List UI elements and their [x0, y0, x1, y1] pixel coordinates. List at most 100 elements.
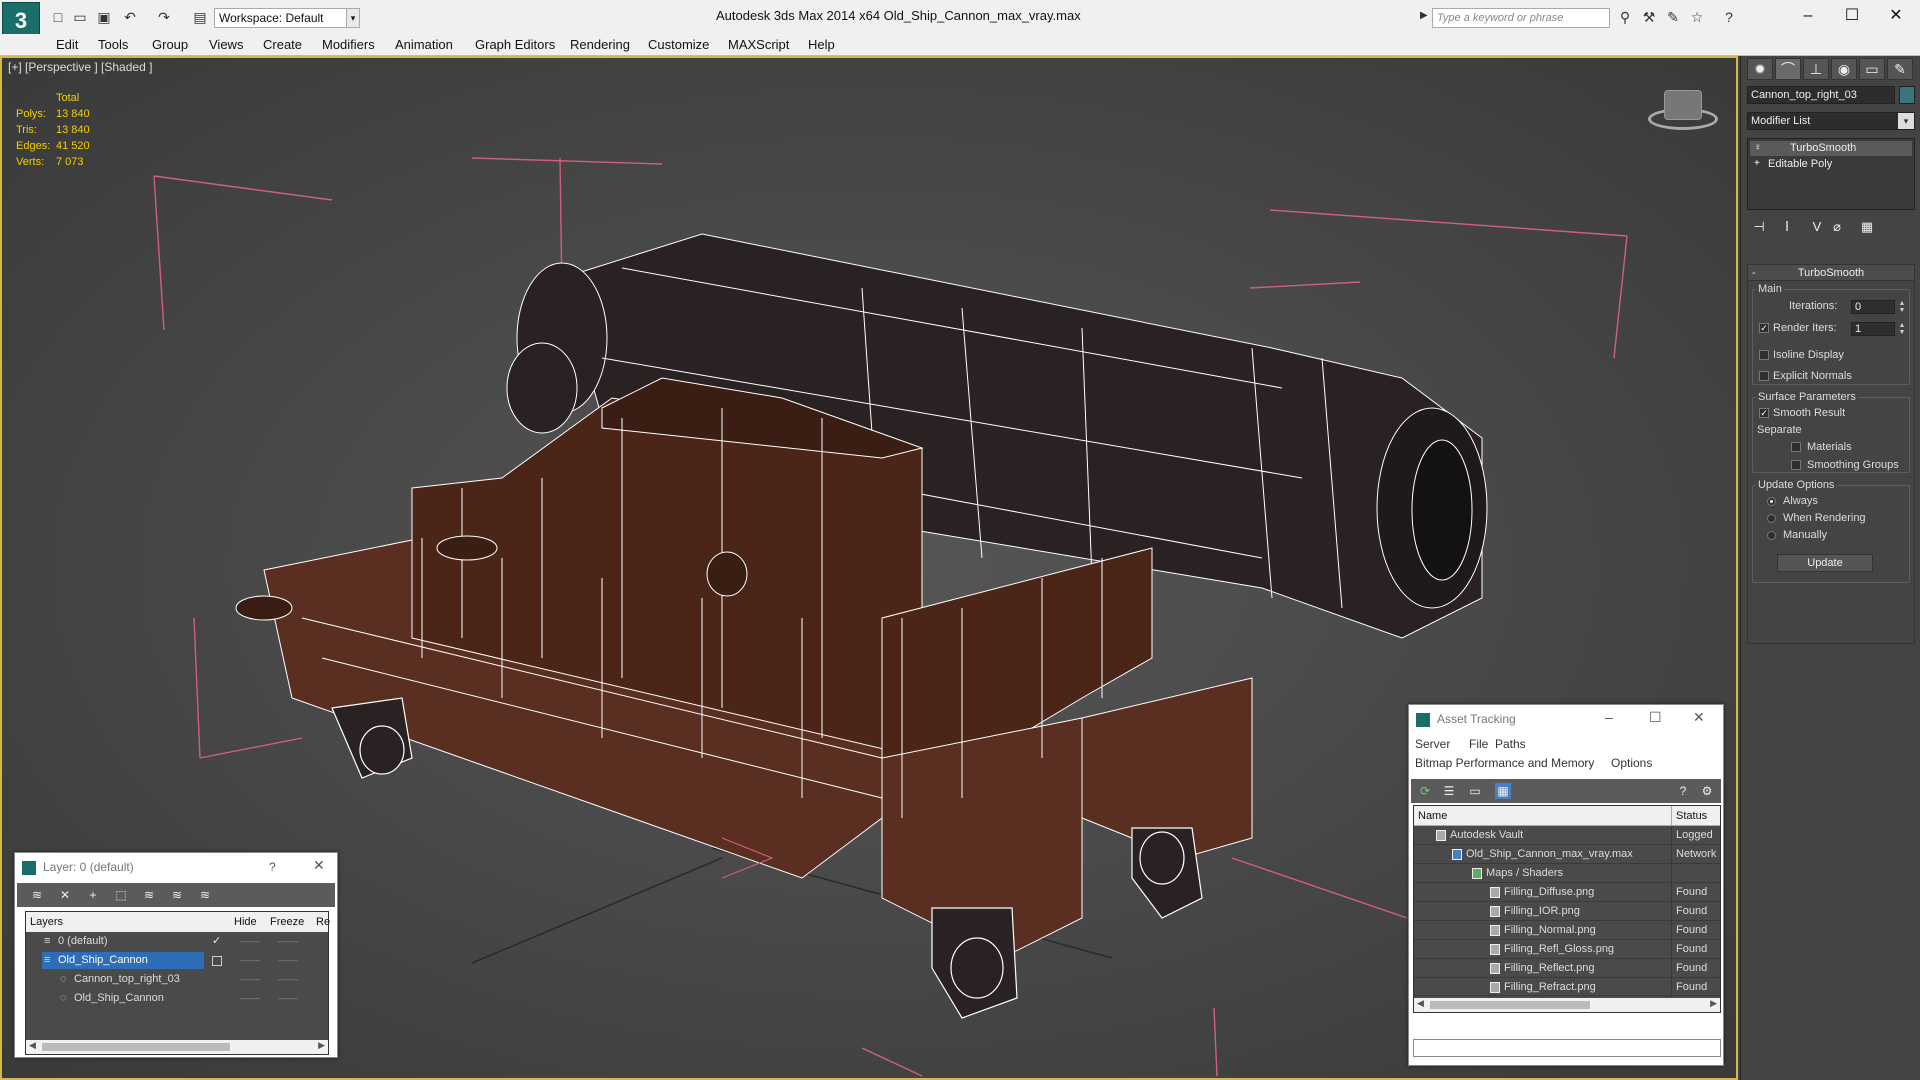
iterations-spinner[interactable]: 0	[1851, 300, 1895, 314]
column-freeze[interactable]: Freeze	[270, 912, 304, 932]
view-cube[interactable]	[1642, 84, 1722, 144]
viewport-label[interactable]: [+] [Perspective ] [Shaded ]	[8, 60, 152, 74]
modify-tab-icon[interactable]: ⌒	[1775, 58, 1801, 80]
table-row[interactable]: Filling_Reflect.png Found	[1414, 959, 1720, 978]
smoothing-groups-checkbox[interactable]	[1791, 460, 1801, 470]
close-button[interactable]: ✕	[1876, 4, 1916, 28]
menu-group[interactable]: Group	[152, 34, 188, 56]
render-iters-spin-arrows[interactable]: ▲ ▼	[1897, 322, 1907, 336]
close-icon[interactable]: ✕	[1693, 709, 1705, 726]
undo-icon[interactable]: ↶	[122, 9, 138, 25]
show-end-result-icon[interactable]: Ⅰ	[1777, 218, 1797, 236]
create-tab-icon[interactable]: ✹	[1747, 58, 1773, 80]
hide-toggle[interactable]: ––––	[240, 970, 260, 989]
view-cube-face[interactable]	[1664, 90, 1702, 120]
redo-icon[interactable]: ↷	[156, 9, 172, 25]
set-current-layer-box[interactable]	[212, 956, 222, 966]
rollout-header[interactable]: - TurboSmooth	[1748, 265, 1914, 281]
workspace-expand-button[interactable]: ▾	[346, 8, 360, 28]
help-icon[interactable]: ?	[269, 860, 276, 874]
search-input[interactable]: Type a keyword or phrase	[1432, 8, 1610, 28]
stack-item-editable-poly[interactable]: + Editable Poly	[1750, 157, 1912, 172]
menu-paths[interactable]: Paths	[1495, 737, 1526, 751]
motion-tab-icon[interactable]: ◉	[1831, 58, 1857, 80]
menu-tools[interactable]: Tools	[98, 34, 128, 56]
manually-radio[interactable]	[1767, 531, 1776, 540]
menu-server[interactable]: Server	[1415, 737, 1450, 751]
menu-modifiers[interactable]: Modifiers	[322, 34, 375, 56]
hierarchy-tab-icon[interactable]: ⊥	[1803, 58, 1829, 80]
menu-create[interactable]: Create	[263, 34, 302, 56]
utilities-tab-icon[interactable]: ✎	[1887, 58, 1913, 80]
scrollbar-thumb[interactable]	[1430, 1001, 1590, 1009]
update-button[interactable]: Update	[1777, 554, 1873, 572]
minimize-button[interactable]: –	[1788, 4, 1828, 28]
freeze-all-icon[interactable]: ≋	[197, 887, 213, 903]
when-rendering-radio[interactable]	[1767, 514, 1776, 523]
always-radio[interactable]	[1767, 497, 1776, 506]
new-file-icon[interactable]: □	[50, 9, 66, 25]
menu-customize[interactable]: Customize	[648, 34, 709, 56]
object-name-field[interactable]: Cannon_top_right_03	[1747, 86, 1895, 104]
iterations-spin-arrows[interactable]: ▲ ▼	[1897, 300, 1907, 314]
save-file-icon[interactable]: ▣	[96, 9, 112, 25]
column-name[interactable]: Name	[1418, 806, 1447, 826]
render-iters-checkbox[interactable]: ✓	[1759, 323, 1769, 333]
pin-stack-icon[interactable]: ⊣	[1749, 218, 1769, 236]
layer-row[interactable]: ◌ Old_Ship_Cannon –––– ––––	[26, 989, 328, 1008]
asset-tracking-titlebar[interactable]: Asset Tracking – ☐ ✕	[1409, 705, 1723, 735]
open-file-icon[interactable]: ▭	[72, 9, 88, 25]
create-layer-icon[interactable]: ≋	[29, 887, 45, 903]
hide-all-icon[interactable]: ≋	[169, 887, 185, 903]
delete-layer-icon[interactable]: ✕	[57, 887, 73, 903]
table-view-icon[interactable]: ▦	[1495, 783, 1511, 799]
freeze-toggle[interactable]: ––––	[278, 970, 298, 989]
layer-row[interactable]: ≡ 0 (default) ✓ –––– ––––	[26, 932, 328, 951]
horizontal-scrollbar[interactable]: ◀ ▶	[1414, 998, 1720, 1012]
layer-window-titlebar[interactable]: Layer: 0 (default) ? ✕	[15, 853, 337, 883]
add-selection-icon[interactable]: +	[85, 887, 101, 903]
table-row[interactable]: Old_Ship_Cannon_max_vray.max Network	[1414, 845, 1720, 864]
menu-maxscript[interactable]: MAXScript	[728, 34, 789, 56]
help-icon[interactable]: ?	[1721, 9, 1737, 25]
isoline-display-checkbox[interactable]	[1759, 350, 1769, 360]
subscription-icon[interactable]: ⚒	[1641, 9, 1657, 25]
table-row[interactable]: Filling_Refl_Gloss.png Found	[1414, 940, 1720, 959]
layer-row[interactable]: ≡ Old_Ship_Cannon –––– ––––	[26, 951, 328, 970]
render-iters-spinner[interactable]: 1	[1851, 322, 1895, 336]
help-icon[interactable]: ?	[1675, 783, 1691, 799]
hide-toggle[interactable]: ––––	[240, 932, 260, 951]
menu-options[interactable]: Options	[1611, 756, 1652, 770]
maximize-icon[interactable]: ☐	[1649, 709, 1662, 726]
column-status[interactable]: Status	[1671, 806, 1707, 826]
table-row[interactable]: Autodesk Vault Logged	[1414, 826, 1720, 845]
search-expand-icon[interactable]: ▶	[1420, 10, 1428, 21]
scroll-right-icon[interactable]: ▶	[1710, 998, 1717, 1009]
project-folder-icon[interactable]: ▤	[192, 9, 208, 25]
menu-rendering[interactable]: Rendering	[570, 34, 630, 56]
menu-file[interactable]: File	[1469, 737, 1488, 751]
minimize-icon[interactable]: –	[1605, 709, 1613, 725]
column-layers[interactable]: Layers	[30, 912, 63, 932]
refresh-icon[interactable]: ⟳	[1417, 783, 1433, 799]
maximize-button[interactable]: ☐	[1832, 4, 1872, 28]
expand-plus-icon[interactable]: +	[1754, 158, 1765, 169]
table-row[interactable]: Filling_Normal.png Found	[1414, 921, 1720, 940]
column-render[interactable]: Re	[316, 912, 330, 932]
lightbulb-icon[interactable]: ♀	[1754, 142, 1765, 153]
scroll-left-icon[interactable]: ◀	[29, 1040, 36, 1051]
favorites-star-icon[interactable]: ☆	[1689, 9, 1705, 25]
freeze-toggle[interactable]: ––––	[278, 932, 298, 951]
freeze-toggle[interactable]: ––––	[278, 989, 298, 1008]
table-row[interactable]: Filling_IOR.png Found	[1414, 902, 1720, 921]
configure-sets-icon[interactable]: ▦	[1857, 218, 1877, 236]
settings-icon[interactable]: ⚙	[1699, 783, 1715, 799]
table-row[interactable]: Filling_Diffuse.png Found	[1414, 883, 1720, 902]
horizontal-scrollbar[interactable]: ◀ ▶	[26, 1040, 328, 1054]
object-color-swatch[interactable]	[1899, 86, 1915, 104]
table-row[interactable]: Maps / Shaders	[1414, 864, 1720, 883]
workspace-dropdown[interactable]: Workspace: Default▾	[214, 8, 358, 28]
table-row[interactable]: Filling_Refract.png Found	[1414, 978, 1720, 997]
layer-row[interactable]: ◌ Cannon_top_right_03 –––– ––––	[26, 970, 328, 989]
highlight-layer-icon[interactable]: ≋	[141, 887, 157, 903]
